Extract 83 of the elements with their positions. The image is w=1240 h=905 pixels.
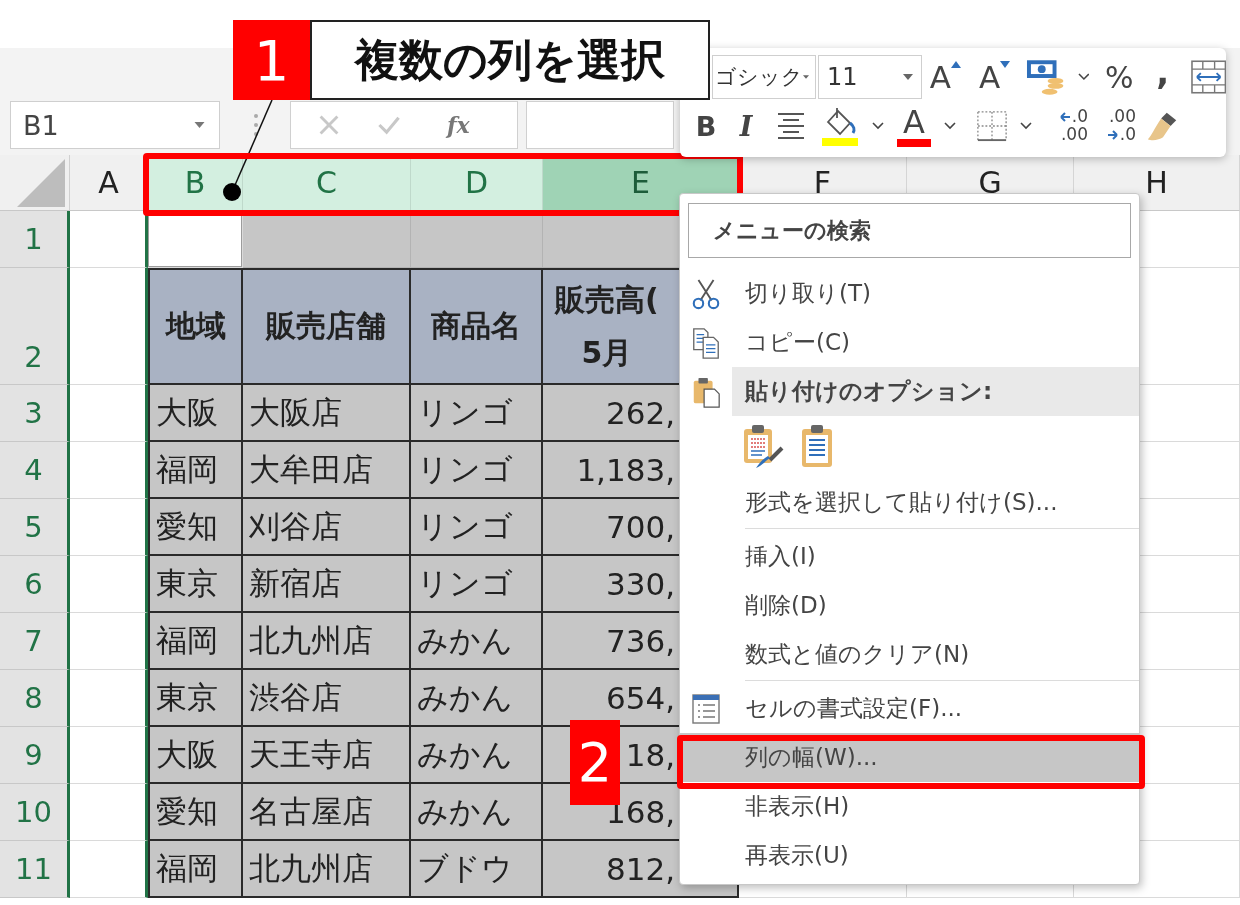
row-header[interactable]: 6	[0, 556, 70, 613]
borders-icon[interactable]	[976, 110, 1008, 142]
table-cell: みかん	[411, 727, 543, 784]
chevron-down-icon[interactable]	[944, 122, 956, 130]
table-cell: リンゴ	[411, 442, 543, 499]
paste-formatting-icon[interactable]	[742, 424, 786, 470]
chevron-down-icon[interactable]	[872, 122, 884, 130]
chevron-down-icon[interactable]	[1077, 73, 1090, 81]
row-header[interactable]: 9	[0, 727, 70, 784]
table-cell: 東京	[148, 670, 243, 727]
table-cell: 北九州店	[243, 613, 411, 670]
scissors-icon	[691, 277, 721, 310]
fill-color-icon[interactable]	[820, 106, 860, 146]
table-cell: 東京	[148, 556, 243, 613]
row-header[interactable]: 7	[0, 613, 70, 670]
copy-icon	[691, 326, 721, 359]
table-cell: 福岡	[148, 613, 243, 670]
percent-button[interactable]: %	[1101, 59, 1137, 95]
name-box[interactable]: B1	[10, 101, 220, 149]
decrease-decimal-button[interactable]: .00 .0	[1096, 108, 1136, 144]
table-cell: 名古屋店	[243, 784, 411, 841]
table-cell: 福岡	[148, 841, 243, 898]
row-header[interactable]: 8	[0, 670, 70, 727]
column-width-icon[interactable]	[1190, 59, 1226, 95]
arrow-icon	[1106, 129, 1119, 140]
caret-icon	[194, 122, 205, 128]
grow-font-button[interactable]: A	[929, 59, 971, 95]
table-cell: 刈谷店	[243, 499, 411, 556]
font-color-button[interactable]: A	[896, 105, 932, 147]
chevron-down-icon[interactable]	[1020, 122, 1032, 130]
table-cell: 北九州店	[243, 841, 411, 898]
row-header[interactable]: 3	[0, 385, 70, 442]
row-header[interactable]: 4	[0, 442, 70, 499]
table-cell: 地域	[148, 268, 243, 385]
table-cell: 愛知	[148, 784, 243, 841]
font-name-field[interactable]: ゴシック	[712, 55, 816, 99]
table-cell: リンゴ	[411, 556, 543, 613]
table-cell: ブドウ	[411, 841, 543, 898]
row-header[interactable]: 11	[0, 841, 70, 898]
table-cell: 福岡	[148, 442, 243, 499]
paste-values-icon[interactable]	[800, 424, 834, 470]
table-cell: 新宿店	[243, 556, 411, 613]
table-cell: 渋谷店	[243, 670, 411, 727]
step-number: 1	[233, 20, 310, 100]
italic-button[interactable]: I	[736, 110, 756, 142]
table-cell: 大阪	[148, 727, 243, 784]
caret-icon	[902, 74, 913, 80]
search-field[interactable]: メニューの検索	[688, 203, 1131, 258]
formula-input[interactable]	[526, 101, 674, 149]
step-number: 2	[570, 720, 620, 805]
font-size-field[interactable]: 11	[818, 55, 922, 99]
row-header[interactable]: 1	[0, 211, 70, 268]
table-cell: みかん	[411, 613, 543, 670]
up-triangle-icon	[950, 61, 961, 68]
money-icon[interactable]	[1026, 57, 1066, 97]
grip-icon	[254, 113, 258, 137]
bold-button[interactable]: B	[694, 110, 718, 142]
row-header[interactable]: 5	[0, 499, 70, 556]
arrow-icon	[1058, 112, 1071, 123]
menu-heading: 貼り付けのオプション:	[732, 367, 1139, 416]
table-cell: みかん	[411, 670, 543, 727]
clipboard-icon	[691, 375, 721, 408]
comma-button[interactable]: ,	[1152, 55, 1173, 99]
row-header[interactable]: 10	[0, 784, 70, 841]
table-cell: 販売店舗	[243, 268, 411, 385]
table-cell: リンゴ	[411, 499, 543, 556]
table-cell: 大阪	[148, 385, 243, 442]
table-cell: 商品名	[411, 268, 543, 385]
table-cell: 大阪店	[243, 385, 411, 442]
align-center-icon[interactable]	[776, 111, 806, 141]
callout-text: 複数の列を選択	[310, 20, 710, 100]
caret-icon	[803, 74, 809, 80]
table-cell: 愛知	[148, 499, 243, 556]
list-icon	[691, 692, 721, 725]
table-cell: リンゴ	[411, 385, 543, 442]
table-cell: 大牟田店	[243, 442, 411, 499]
table-cell: 天王寺店	[243, 727, 411, 784]
insert-function-button[interactable]: fx	[447, 112, 470, 138]
increase-decimal-button[interactable]: .0 .00	[1048, 108, 1088, 144]
row-header[interactable]: 2	[0, 268, 70, 385]
down-triangle-icon	[1000, 61, 1011, 68]
table-cell: みかん	[411, 784, 543, 841]
shrink-font-button[interactable]: A	[978, 59, 1021, 95]
